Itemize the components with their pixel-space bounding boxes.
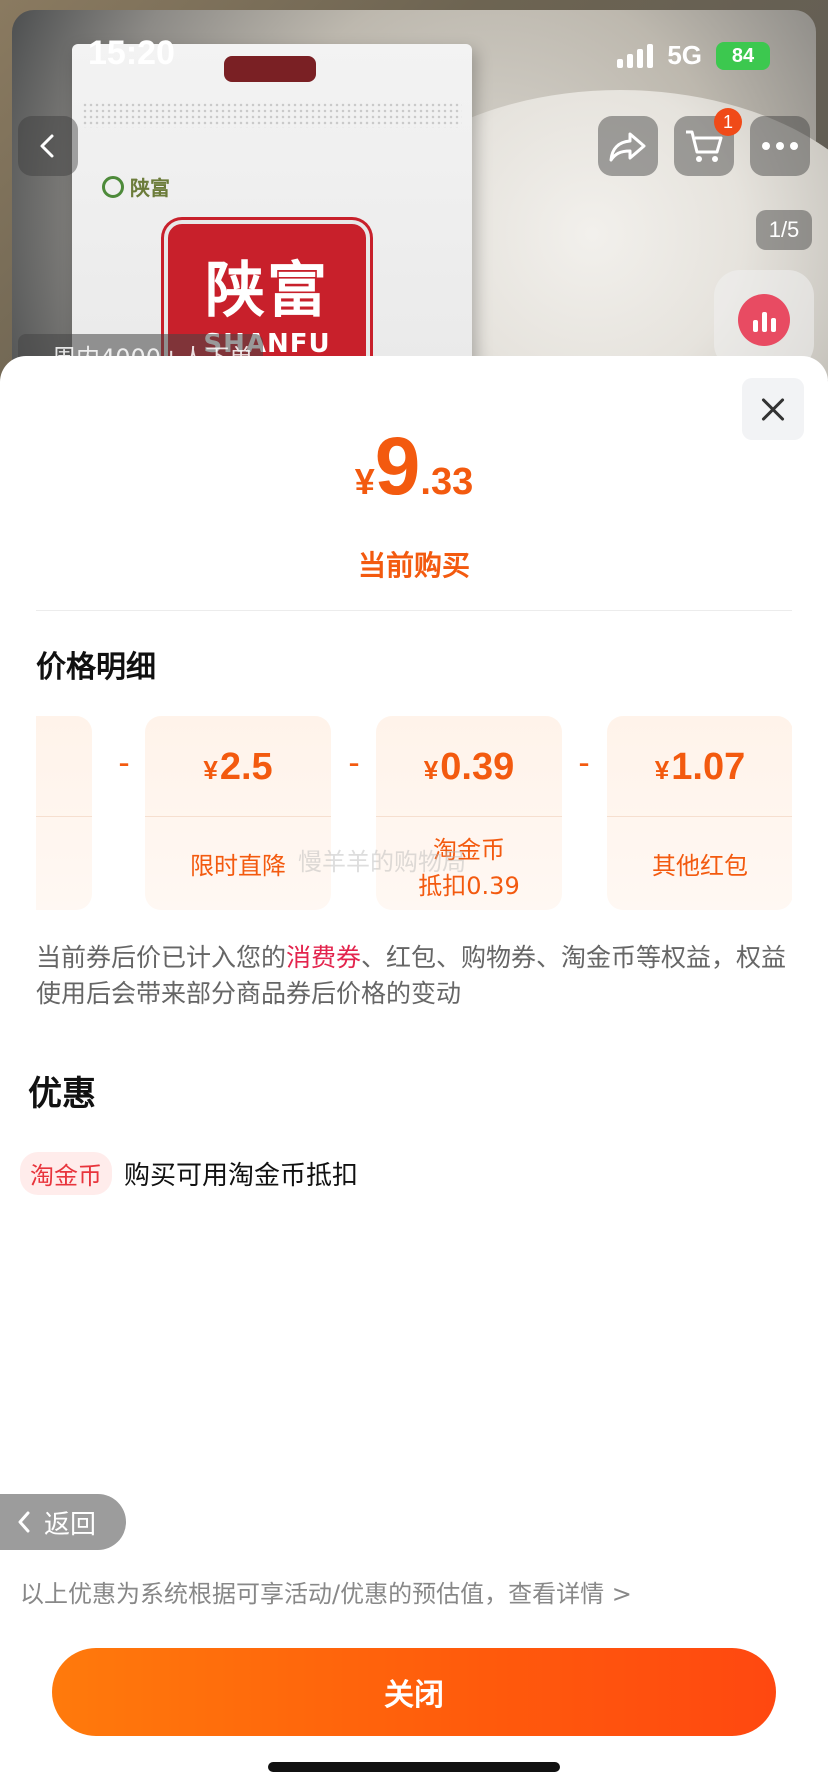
close-button[interactable]: 关闭	[52, 1648, 776, 1736]
back-button[interactable]	[18, 116, 78, 176]
minus-sign: -	[578, 744, 590, 782]
note-prefix: 当前券后价已计入您的	[36, 943, 287, 972]
signal-icon	[617, 43, 654, 68]
breakdown-amount: 29	[36, 746, 92, 802]
breakdown-card-other-redpacket: ¥1.07 其他红包	[607, 716, 792, 910]
breakdown-label: 其他红包	[652, 852, 748, 880]
card-divider	[36, 816, 92, 817]
chart-icon	[738, 294, 790, 346]
chevron-left-icon	[18, 1511, 30, 1533]
price-decimal: .33	[420, 461, 474, 503]
price-breakdown[interactable]: 29 前 - ¥2.5 限时直降 - ¥0.39 淘金币 抵扣0.39 - ¥1…	[36, 716, 792, 912]
battery-icon: 84	[716, 41, 770, 70]
minus-sign: -	[118, 744, 130, 782]
image-counter: 1/5	[756, 210, 812, 250]
discount-item-taojinbi: 淘金币 购买可用淘金币抵扣	[20, 1152, 358, 1195]
breakdown-currency: ¥	[203, 755, 218, 785]
back-label: 返回	[44, 1509, 97, 1540]
breakdown-amount-value: 2.5	[219, 746, 273, 788]
brand-leaf-icon	[102, 175, 124, 198]
discount-title: 优惠	[28, 1074, 96, 1114]
breakdown-label: 前	[36, 848, 92, 884]
disclaimer-link[interactable]: 以上优惠为系统根据可享活动/优惠的预估值，查看详情 >	[20, 1574, 632, 1609]
cart-count-badge: 1	[714, 108, 742, 136]
breakdown-card-flash-discount: ¥2.5 限时直降	[145, 716, 331, 910]
bag-brand-text: 陕富	[130, 176, 170, 200]
note-highlight-link[interactable]: 消费券	[286, 943, 361, 972]
brand-logo-cn: 陕富	[205, 256, 329, 326]
back-arrow-icon	[40, 134, 54, 158]
breakdown-amount-value: 0.39	[440, 746, 515, 788]
breakdown-amount: ¥0.39	[376, 746, 562, 802]
network-type: 5G	[667, 40, 702, 70]
more-icon	[762, 142, 798, 150]
cart-icon	[686, 130, 723, 162]
minus-sign: -	[348, 744, 360, 782]
breakdown-amount-value: 1.07	[671, 746, 746, 788]
price-detail-sheet: ¥9.33 当前购买 价格明细 29 前 - ¥2.5 限时直降 - ¥0.39…	[0, 356, 828, 1792]
back-pill-button[interactable]: 返回	[0, 1494, 126, 1550]
price-integer: 9	[374, 421, 421, 512]
home-indicator	[268, 1762, 560, 1772]
breakdown-card-taojinbi: ¥0.39 淘金币 抵扣0.39	[376, 716, 562, 910]
price-note: 当前券后价已计入您的消费券、红包、购物券、淘金币等权益，权益使用后会带来部分商品…	[36, 940, 796, 1012]
card-divider	[376, 816, 562, 817]
cart-button[interactable]: 1	[674, 108, 742, 176]
price-detail-title: 价格明细	[36, 650, 156, 685]
card-divider	[145, 816, 331, 817]
price-subtitle: 当前购买	[357, 549, 470, 582]
status-bar: 15:20 5G 84	[0, 0, 828, 108]
breakdown-currency: ¥	[423, 755, 439, 785]
breakdown-amount: ¥2.5	[145, 746, 331, 802]
price-currency: ¥	[354, 461, 375, 502]
share-icon	[609, 132, 646, 162]
watermark: 慢羊羊的购物局	[298, 848, 466, 876]
divider	[36, 610, 792, 611]
status-time: 15:20	[88, 34, 175, 72]
breakdown-amount: ¥1.07	[607, 746, 792, 802]
coin-text: 购买可用淘金币抵扣	[124, 1161, 359, 1191]
coin-tag: 淘金币	[20, 1152, 112, 1195]
share-button[interactable]	[598, 116, 658, 176]
status-indicators: 5G 84	[617, 40, 770, 71]
bag-brand-small: 陕富	[102, 172, 170, 201]
more-button[interactable]	[750, 116, 810, 176]
price-trend-button[interactable]	[714, 270, 814, 370]
breakdown-currency: ¥	[654, 755, 670, 785]
current-price: ¥9.33	[0, 420, 828, 514]
breakdown-card-original: 29 前	[36, 716, 92, 910]
card-divider	[607, 816, 792, 817]
